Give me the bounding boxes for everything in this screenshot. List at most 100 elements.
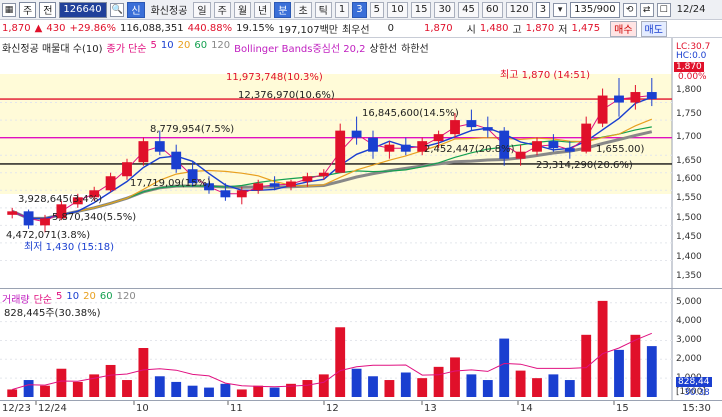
minute-1[interactable]: 1 (334, 1, 350, 18)
volume-profile-4: 8,779,954(7.5%) (150, 124, 235, 135)
volume-bar (368, 376, 378, 397)
time-axis-label: 14 (520, 403, 533, 414)
candle-body (335, 130, 346, 173)
period-week[interactable]: 주 (213, 1, 231, 18)
volume-bar (269, 387, 280, 397)
turnover-value: 19.15% (236, 23, 275, 34)
open-label: 시 (466, 25, 476, 36)
candle-body (318, 172, 329, 177)
minute-30[interactable]: 30 (434, 1, 456, 18)
legend-ma10: 10 (160, 40, 174, 51)
volume-bar (154, 376, 165, 397)
stock-code-input[interactable]: 126640 (59, 1, 108, 18)
legend-upper: 상한선 (369, 44, 398, 55)
volume-last-value: 828,445주(30.38%) (4, 308, 101, 319)
volume-bar (351, 368, 362, 397)
time-axis-label: 12 (326, 403, 339, 414)
best-value: 0 (387, 23, 394, 34)
volume-bar (40, 385, 50, 397)
candle-body (548, 141, 559, 149)
volume-bar (581, 334, 592, 397)
volume-profile-5: 2,452,447(20.8%) (424, 144, 515, 155)
open-value: 1,480 (479, 23, 509, 34)
price-axis-label: 1,600 (676, 174, 702, 184)
volume-bar (548, 374, 559, 397)
volume-bar (7, 389, 18, 397)
period-tick[interactable]: 틱 (314, 1, 332, 18)
volume-bar (236, 389, 247, 397)
minute-60[interactable]: 60 (481, 1, 503, 18)
amount-value: 197,107백만 (278, 25, 338, 36)
candle-body (351, 130, 362, 138)
grid-icon[interactable]: ▦ (2, 2, 16, 17)
volume-bar (187, 385, 198, 397)
period-second[interactable]: 초 (294, 1, 312, 18)
volume-bar (450, 357, 460, 397)
buy-button[interactable]: 매수 (610, 20, 637, 37)
candle-body (122, 162, 132, 177)
volume-chart[interactable]: 거래량 단순 5 10 20 60 120 828,445주(30.38%) 5… (0, 288, 722, 401)
candle-body (450, 120, 460, 135)
refresh-icon[interactable]: ⟲ (622, 2, 637, 17)
period-month[interactable]: 월 (233, 1, 252, 18)
minute-15[interactable]: 15 (410, 1, 432, 18)
price-chart[interactable]: 화신정공 매물대 수(10) 종가 단순 5 10 20 60 120 Boll… (0, 38, 722, 288)
price-axis-label: 1,750 (676, 109, 702, 119)
time-axis-label: 15:30 (682, 403, 711, 414)
volume-profile-11: 17,719,09(15%) (130, 178, 211, 189)
minute-120[interactable]: 120 (505, 1, 533, 18)
legend-bb: Bollinger Bands중심선 20,2 (234, 44, 366, 55)
price-axis-label: 1,350 (676, 271, 702, 281)
minute-45[interactable]: 45 (458, 1, 479, 18)
best-label: 최우선 (341, 25, 370, 36)
time-axis: 12/23 12/24 10 11 12 13 14 15 15:30 (0, 400, 722, 416)
volume-bar (384, 380, 395, 397)
sell-button[interactable]: 매도 (640, 20, 667, 37)
low-label: 저 (558, 25, 568, 36)
time-axis-label: 11 (230, 403, 243, 414)
candle-body (433, 134, 444, 142)
exchange-select[interactable]: 전 (39, 1, 57, 18)
volume-bar (220, 383, 231, 397)
volume-profile-9: 5,870,340(5.5%) (52, 212, 137, 223)
candle-body (105, 176, 116, 191)
candle-body (236, 190, 247, 198)
interval-input[interactable]: 3 (535, 1, 551, 18)
minute-3[interactable]: 3 (352, 1, 367, 18)
candle-body (23, 211, 34, 226)
legend-title: 화신정공 매물대 수(10) (2, 44, 103, 55)
legend-ma60: 60 (194, 40, 208, 51)
chevron-down-icon[interactable]: ▾ (553, 2, 568, 17)
period-day[interactable]: 일 (193, 1, 211, 18)
candle-body (614, 95, 624, 103)
candle-body (597, 95, 608, 124)
market-select[interactable]: 주 (19, 1, 37, 18)
legend-ma5: 5 (150, 40, 157, 51)
volume-bar (515, 370, 526, 397)
volume-tag: 828,44 (676, 377, 712, 387)
period-year[interactable]: 년 (254, 1, 272, 18)
high-value: 1,870 (525, 23, 555, 34)
volume-profile-2: 12,376,970(10.6%) (238, 90, 335, 101)
candle-body (286, 181, 296, 187)
volume-bar (72, 381, 83, 397)
volume-value: 116,088,351 (119, 23, 184, 34)
checkbox-icon[interactable]: ☐ (656, 2, 671, 17)
candle-body (171, 151, 182, 170)
minute-10[interactable]: 10 (386, 1, 408, 18)
volume-bar (23, 380, 34, 397)
sync-icon[interactable]: ⇄ (639, 2, 654, 17)
volume-bar (532, 378, 542, 397)
period-minute[interactable]: 분 (274, 1, 292, 18)
price-legend: 화신정공 매물대 수(10) 종가 단순 5 10 20 60 120 Boll… (2, 40, 429, 55)
volume-bar (105, 364, 116, 397)
count-input[interactable]: 135/900 (570, 1, 620, 18)
candle-body (220, 190, 231, 198)
search-icon[interactable]: 🔍 (110, 2, 125, 17)
time-axis-label: 12/23 (2, 403, 31, 414)
volume-bar (318, 374, 329, 397)
candle-body (269, 183, 280, 187)
minute-5[interactable]: 5 (369, 1, 384, 18)
volume-bar (499, 338, 510, 397)
change-value: 430 (46, 23, 66, 34)
